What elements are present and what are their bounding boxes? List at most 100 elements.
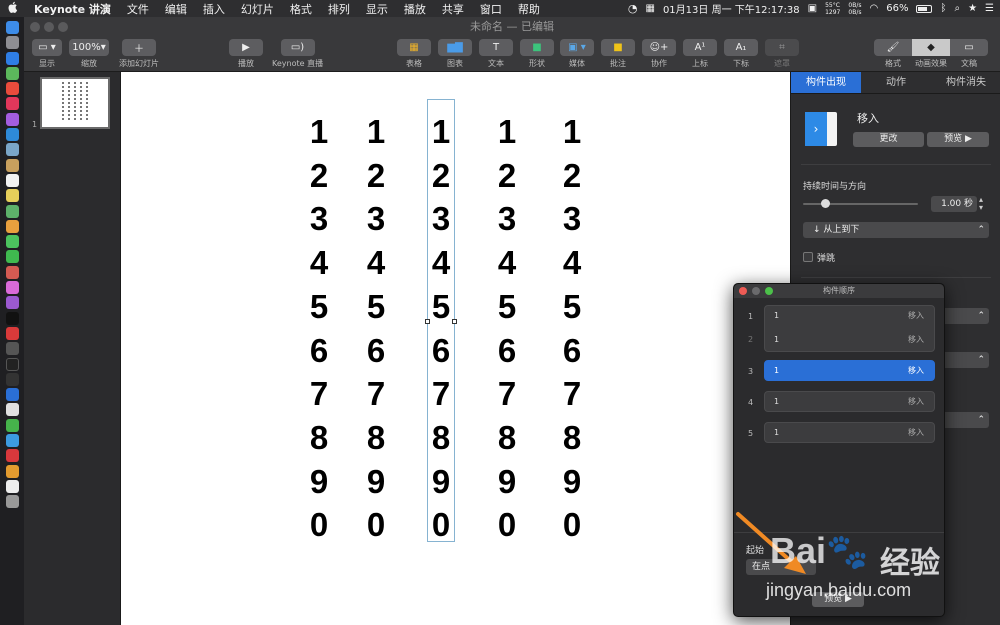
zoom-control[interactable]: 100% ▾ 缩放 [69, 39, 109, 69]
build-row-4[interactable]: 1 移入 [764, 391, 935, 412]
chrome-icon[interactable] [5, 82, 19, 96]
view-button[interactable]: ▭ ▾ [32, 39, 62, 56]
play-button[interactable]: ▶ [229, 39, 263, 56]
table-button[interactable]: ▦ [397, 39, 431, 56]
app-icon-7[interactable] [5, 112, 19, 126]
sync-icon[interactable]: ◔ [628, 2, 638, 15]
network-readout[interactable]: 0B/s 0B/s [848, 2, 861, 16]
bounce-checkbox[interactable] [803, 252, 813, 262]
notification-icon[interactable]: ☰ [985, 3, 994, 14]
superscript-button[interactable]: A¹ [683, 39, 717, 56]
calendar-app-icon[interactable] [5, 173, 19, 187]
window-close-button[interactable] [30, 22, 40, 32]
trash-icon[interactable] [5, 495, 19, 509]
number-column-4[interactable]: 1 2 3 4 5 6 7 8 9 0 [477, 110, 537, 547]
inspector-popup-2[interactable]: ⌃ [941, 308, 989, 324]
build-row-2[interactable]: 1 移入 [764, 329, 935, 350]
preview-icon[interactable] [5, 143, 19, 157]
subscript-control[interactable]: A₁ 下标 [724, 39, 758, 69]
window-zoom-button[interactable] [58, 22, 68, 32]
app-icon-25[interactable] [5, 388, 19, 402]
vivaldi-icon[interactable] [5, 326, 19, 340]
spotlight-icon[interactable]: ⌕ [954, 3, 960, 14]
clock-text[interactable]: 01月13日 周一 下午12:17:38 [663, 1, 800, 16]
document-icon[interactable] [5, 479, 19, 493]
view-control[interactable]: ▭ ▾ 显示 [32, 39, 62, 69]
duration-stepper-icon[interactable]: ▴ ▾ [979, 196, 983, 212]
build-row-1[interactable]: 1 移入 [764, 305, 935, 326]
collaborate-control[interactable]: ☺+ 协作 [642, 39, 676, 69]
app-icon-22[interactable] [5, 342, 19, 356]
slide-thumbnail[interactable] [40, 77, 110, 129]
maps-icon[interactable] [5, 204, 19, 218]
format-button[interactable]: 🖌 [874, 39, 912, 56]
facetime-icon[interactable] [5, 250, 19, 264]
menu-file[interactable]: 文件 [119, 1, 157, 17]
slider-knob[interactable] [821, 199, 830, 208]
photos-icon[interactable] [5, 219, 19, 233]
launchpad-icon[interactable] [5, 36, 19, 50]
menu-view[interactable]: 显示 [358, 1, 396, 17]
text-button[interactable]: T [479, 39, 513, 56]
direction-popup[interactable]: ↓ 从上到下 ⌃ [803, 222, 989, 238]
media-control[interactable]: ▣ ▾ 媒体 [560, 39, 594, 69]
dialog-zoom-button[interactable] [765, 287, 773, 295]
menu-format[interactable]: 格式 [282, 1, 320, 17]
inspector-popup-3[interactable]: ⌃ [941, 352, 989, 368]
bluetooth-icon[interactable]: ᛒ [940, 3, 946, 14]
window-minimize-button[interactable] [44, 22, 54, 32]
zoom-dropdown[interactable]: 100% ▾ [69, 39, 109, 56]
finder-icon[interactable] [5, 21, 19, 34]
document-control[interactable]: ▭ 文稿 [950, 39, 988, 69]
menu-edit[interactable]: 编辑 [157, 1, 195, 17]
table-control[interactable]: ▦ 表格 [397, 39, 431, 69]
shape-control[interactable]: ■ 形状 [520, 39, 554, 69]
battery-text[interactable]: 66% [886, 3, 908, 14]
tab-build-in[interactable]: 构件出现 [791, 72, 861, 94]
number-column-2[interactable]: 1 2 3 4 5 6 7 8 9 0 [346, 110, 406, 547]
shape-button[interactable]: ■ [520, 39, 554, 56]
number-column-5[interactable]: 1 2 3 4 5 6 7 8 9 0 [542, 110, 602, 547]
duration-slider[interactable] [803, 199, 918, 208]
comment-control[interactable]: ■ 批注 [601, 39, 635, 69]
stickies-icon[interactable] [5, 189, 19, 203]
android-icon[interactable] [5, 66, 19, 80]
apple-menu-icon[interactable] [0, 1, 26, 16]
chart-button[interactable]: ▆▇ [438, 39, 472, 56]
notes-icon[interactable] [5, 158, 19, 172]
mask-control[interactable]: ⌗ 遮罩 [765, 39, 799, 69]
chart-control[interactable]: ▆▇ 图表 [438, 39, 472, 69]
resize-handle-left[interactable] [425, 319, 430, 324]
activity-monitor-icon[interactable] [5, 372, 19, 386]
animate-control[interactable]: ◆ 动画效果 [912, 39, 950, 69]
wifi-icon[interactable]: ◠ [869, 3, 878, 14]
keynote-live-control[interactable]: ▭) Keynote 直播 [272, 39, 323, 69]
inspector-popup-4[interactable]: ⌃ [941, 412, 989, 428]
document-button[interactable]: ▭ [950, 39, 988, 56]
number-column-1[interactable]: 1 2 3 4 5 6 7 8 9 0 [289, 110, 349, 547]
mask-button[interactable]: ⌗ [765, 39, 799, 56]
app-icon-30[interactable] [5, 464, 19, 478]
menu-slide[interactable]: 幻灯片 [233, 1, 282, 17]
collaborate-button[interactable]: ☺+ [642, 39, 676, 56]
comment-button[interactable]: ■ [601, 39, 635, 56]
control-icon[interactable]: ★ [968, 3, 977, 14]
format-control[interactable]: 🖌 格式 [874, 39, 912, 69]
battery-icon[interactable] [916, 4, 933, 13]
keynote-live-button[interactable]: ▭) [280, 39, 315, 56]
animate-button[interactable]: ◆ [912, 39, 950, 56]
preview-effect-button[interactable]: 预览 ▶ [927, 132, 989, 147]
appletv-icon[interactable] [5, 311, 19, 325]
yandex-icon[interactable] [5, 403, 19, 417]
sensor-readout[interactable]: 55°C 1297 [825, 2, 840, 16]
tab-action[interactable]: 动作 [861, 72, 931, 94]
netease-music-icon[interactable] [5, 449, 19, 463]
app-icon-28[interactable] [5, 434, 19, 448]
play-control[interactable]: ▶ 播放 [229, 39, 263, 69]
tab-build-out[interactable]: 构件消失 [931, 72, 1000, 94]
dialog-close-button[interactable] [739, 287, 747, 295]
itunes-icon[interactable] [5, 281, 19, 295]
menu-play[interactable]: 播放 [396, 1, 434, 17]
music-app-icon[interactable] [5, 97, 19, 111]
messages-icon[interactable] [5, 235, 19, 249]
